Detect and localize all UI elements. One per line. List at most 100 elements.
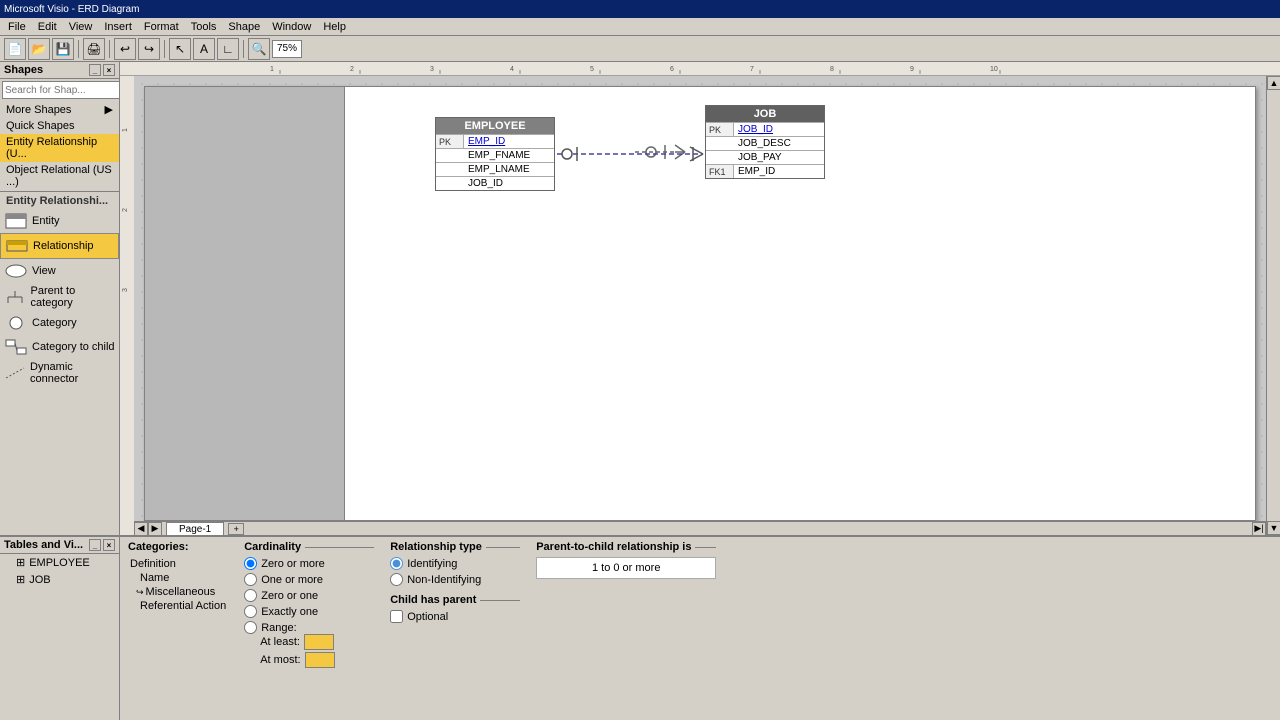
one-or-more-radio[interactable] <box>244 573 257 586</box>
sidebar-shape-cat-to-child[interactable]: Category to child <box>0 335 119 359</box>
toolbar-sep-3 <box>164 40 165 58</box>
menu-edit[interactable]: Edit <box>32 20 63 34</box>
menu-window[interactable]: Window <box>266 20 317 34</box>
identifying-label: Identifying <box>407 558 457 570</box>
sidebar-quick-shapes[interactable]: Quick Shapes <box>0 118 119 134</box>
page-tabs: Page-1 <box>166 522 224 536</box>
range-option[interactable]: Range: <box>244 621 374 634</box>
cat-miscellaneous[interactable]: ↪ Miscellaneous <box>128 585 228 599</box>
save-button[interactable]: 💾 <box>52 38 74 60</box>
job-emp-id-field: EMP_ID <box>734 165 779 178</box>
svg-text:5: 5 <box>590 66 594 73</box>
cat-name[interactable]: Name <box>128 571 228 585</box>
svg-text:7: 7 <box>750 66 754 73</box>
menu-view[interactable]: View <box>63 20 99 34</box>
at-most-label: At most: <box>260 654 300 666</box>
diagram-canvas[interactable]: EMPLOYEE PK EMP_ID EMP_FNAME EMP_LNAME J… <box>134 76 1266 521</box>
optional-checkbox[interactable] <box>390 610 403 623</box>
zero-or-more-radio[interactable] <box>244 557 257 570</box>
scroll-down-button[interactable]: ▼ <box>1267 521 1280 535</box>
undo-button[interactable]: ↩ <box>114 38 136 60</box>
relationship-shape-icon <box>5 236 29 256</box>
sidebar-divider-1 <box>0 191 119 192</box>
exactly-one-option[interactable]: Exactly one <box>244 605 374 618</box>
menu-insert[interactable]: Insert <box>98 20 138 34</box>
child-parent-line <box>480 600 520 601</box>
page-1-tab[interactable]: Page-1 <box>166 522 224 536</box>
new-button[interactable]: 📄 <box>4 38 26 60</box>
at-most-input[interactable] <box>305 652 335 668</box>
sidebar-shape-parent-to-cat[interactable]: Parent to category <box>0 283 119 311</box>
scroll-end-button[interactable]: ▶| <box>1252 522 1266 536</box>
parent-to-child-section: Parent-to-child relationship is 1 to 0 o… <box>536 541 716 668</box>
close-shapes-button[interactable]: × <box>103 64 115 76</box>
connector-button[interactable]: ∟ <box>217 38 239 60</box>
close-tables-button[interactable]: × <box>103 539 115 551</box>
employee-job-id-row: JOB_ID <box>436 176 554 190</box>
optional-checkbox-item[interactable]: Optional <box>390 610 520 623</box>
scroll-up-button[interactable]: ▲ <box>1267 76 1280 90</box>
one-or-more-option[interactable]: One or more <box>244 573 374 586</box>
sidebar-shape-entity[interactable]: Entity <box>0 209 119 233</box>
add-page-button[interactable]: + <box>228 523 244 535</box>
cat-definition[interactable]: Definition <box>128 557 228 571</box>
zero-or-more-option[interactable]: Zero or more <box>244 557 374 570</box>
dynamic-connector-shape-icon <box>4 363 26 383</box>
cat-referential[interactable]: Referential Action <box>128 599 228 613</box>
zoom-level[interactable]: 75% <box>272 40 302 58</box>
pointer-button[interactable]: ↖ <box>169 38 191 60</box>
sidebar-object-relational[interactable]: Object Relational (US ...) <box>0 162 119 190</box>
exactly-one-radio[interactable] <box>244 605 257 618</box>
table-item-employee[interactable]: ⊞ EMPLOYEE <box>0 554 119 571</box>
vertical-scrollbar[interactable]: ▲ ▼ <box>1266 76 1280 535</box>
table-item-job[interactable]: ⊞ JOB <box>0 571 119 588</box>
zero-or-one-option[interactable]: Zero or one <box>244 589 374 602</box>
search-input[interactable] <box>2 81 120 99</box>
quick-shapes-label: Quick Shapes <box>6 120 74 132</box>
zero-or-one-radio[interactable] <box>244 589 257 602</box>
shapes-label: Shapes <box>4 64 43 76</box>
at-least-label: At least: <box>260 636 300 648</box>
sidebar-shape-category[interactable]: Category <box>0 311 119 335</box>
cat-def-label: Definition <box>130 558 176 570</box>
menu-shape[interactable]: Shape <box>222 20 266 34</box>
svg-text:6: 6 <box>670 66 674 73</box>
sidebar-shape-view[interactable]: View <box>0 259 119 283</box>
canvas-page: EMPLOYEE PK EMP_ID EMP_FNAME EMP_LNAME J… <box>144 86 1256 521</box>
non-identifying-option[interactable]: Non-Identifying <box>390 573 520 586</box>
menu-bar: File Edit View Insert Format Tools Shape… <box>0 18 1280 36</box>
scroll-left-button[interactable]: ◀ <box>134 522 148 536</box>
employee-entity[interactable]: EMPLOYEE PK EMP_ID EMP_FNAME EMP_LNAME J… <box>435 117 555 191</box>
open-button[interactable]: 📂 <box>28 38 50 60</box>
identifying-radio[interactable] <box>390 557 403 570</box>
sidebar-shape-relationship[interactable]: Relationship <box>0 233 119 259</box>
ruler-vertical: 1 2 3 <box>120 76 134 535</box>
identifying-option[interactable]: Identifying <box>390 557 520 570</box>
non-identifying-radio[interactable] <box>390 573 403 586</box>
job-entity[interactable]: JOB PK JOB_ID JOB_DESC JOB_PAY FK1 <box>705 105 825 179</box>
svg-text:3: 3 <box>430 66 434 73</box>
sidebar-more-shapes[interactable]: More Shapes ▶ <box>0 101 119 118</box>
horizontal-scrollbar[interactable]: ◀ ▶ Page-1 + ▶| <box>134 521 1266 535</box>
menu-tools[interactable]: Tools <box>185 20 223 34</box>
scroll-right-button[interactable]: ▶ <box>148 522 162 536</box>
redo-button[interactable]: ↪ <box>138 38 160 60</box>
print-button[interactable]: 🖨 <box>83 38 105 60</box>
sidebar-entity-relationship[interactable]: Entity Relationship (U... <box>0 134 119 162</box>
minimize-tables-button[interactable]: _ <box>89 539 101 551</box>
zoom-in-button[interactable]: 🔍 <box>248 38 270 60</box>
zero-or-one-label: Zero or one <box>261 590 318 602</box>
cat-ref-label: Referential Action <box>140 600 226 612</box>
sidebar-shape-dynamic-connector[interactable]: Dynamic connector <box>0 359 119 387</box>
range-radio[interactable] <box>244 621 257 634</box>
menu-help[interactable]: Help <box>317 20 352 34</box>
at-least-input[interactable] <box>304 634 334 650</box>
text-button[interactable]: A <box>193 38 215 60</box>
svg-text:1: 1 <box>270 66 274 73</box>
minimize-shapes-button[interactable]: _ <box>89 64 101 76</box>
menu-format[interactable]: Format <box>138 20 185 34</box>
menu-file[interactable]: File <box>2 20 32 34</box>
toolbar: 📄 📂 💾 🖨 ↩ ↪ ↖ A ∟ 🔍 75% <box>0 36 1280 62</box>
cardinality-title: Cardinality <box>244 541 374 553</box>
tables-panel-label: Tables and Vi... <box>4 539 83 551</box>
